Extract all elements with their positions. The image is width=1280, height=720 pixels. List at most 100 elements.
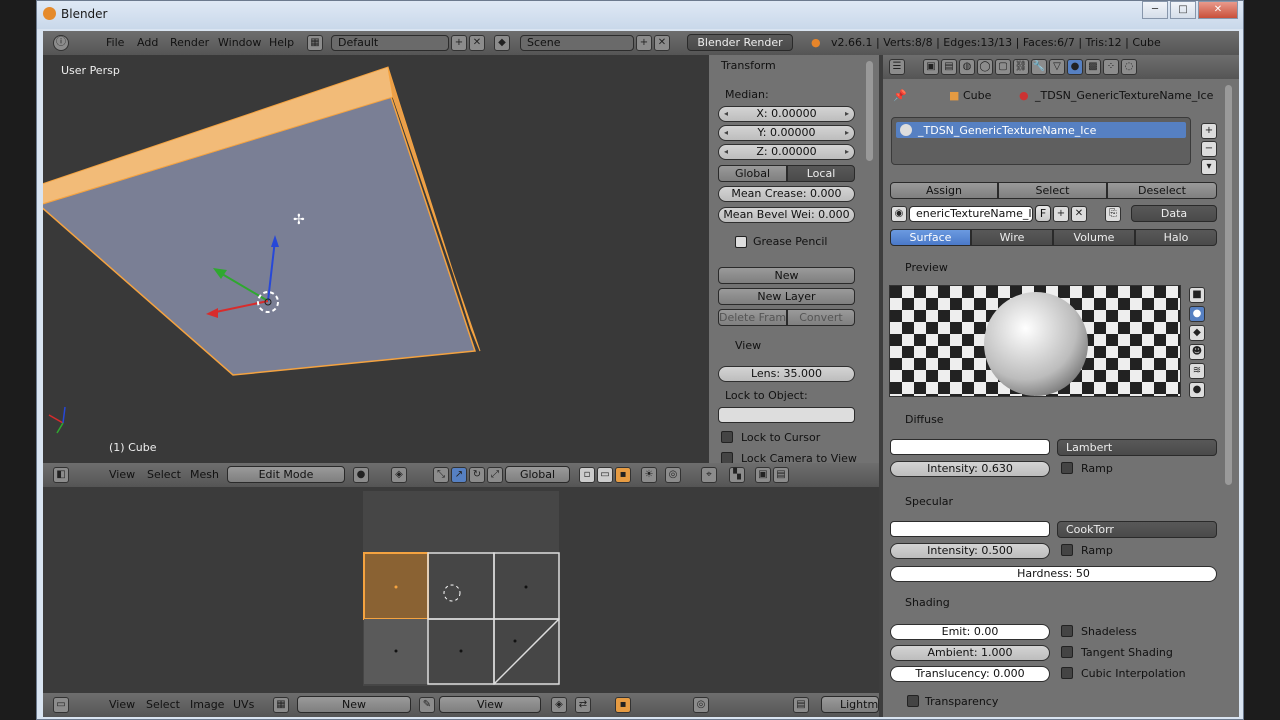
ambient-field[interactable]: Ambient: 1.000 bbox=[890, 645, 1050, 661]
diffuse-ramp-checkbox[interactable] bbox=[1061, 462, 1073, 474]
scene-tab-icon[interactable]: ◍ bbox=[959, 59, 975, 75]
remove-screen-icon[interactable]: ✕ bbox=[469, 35, 485, 51]
snap-target-icon[interactable]: ▚ bbox=[729, 467, 745, 483]
hardness-field[interactable]: Hardness: 50 bbox=[890, 566, 1217, 582]
tangent-shading-checkbox[interactable] bbox=[1061, 646, 1073, 658]
tab-wire[interactable]: Wire bbox=[971, 229, 1053, 246]
pin-icon[interactable]: ✎ bbox=[419, 697, 435, 713]
scene-icon[interactable]: ◆ bbox=[494, 35, 510, 51]
modifiers-tab-icon[interactable]: 🔧 bbox=[1031, 59, 1047, 75]
uv-map-select[interactable]: Lightma bbox=[821, 696, 879, 713]
add-scene-icon[interactable]: + bbox=[636, 35, 652, 51]
preview-header[interactable]: Preview bbox=[905, 261, 948, 274]
3d-viewport[interactable]: ✢ User Persp (1) Cube bbox=[43, 55, 709, 463]
uv-editor[interactable] bbox=[43, 487, 879, 693]
grease-pencil-checkbox[interactable] bbox=[735, 236, 747, 248]
n-panel-scrollbar[interactable] bbox=[866, 61, 873, 161]
menu-file[interactable]: File bbox=[106, 36, 124, 49]
info-editor-type-icon[interactable]: ⓘ bbox=[53, 35, 69, 51]
diffuse-color-field[interactable] bbox=[890, 439, 1050, 455]
physics-tab-icon[interactable]: ◌ bbox=[1121, 59, 1137, 75]
uv-layer-icon[interactable]: ▤ bbox=[793, 697, 809, 713]
translate-icon[interactable]: ↗ bbox=[451, 467, 467, 483]
transparency-header[interactable]: Transparency bbox=[925, 695, 998, 708]
select-button[interactable]: Select bbox=[998, 182, 1107, 199]
viewport-editor-type-icon[interactable]: ◧ bbox=[53, 467, 69, 483]
mean-bevel-field[interactable]: Mean Bevel Wei: 0.000 bbox=[718, 207, 855, 223]
viewport-menu-select[interactable]: Select bbox=[147, 468, 181, 481]
preview-plane-icon[interactable]: ■ bbox=[1189, 287, 1205, 303]
specular-shader-select[interactable]: CookTorr bbox=[1057, 521, 1217, 538]
shading-header[interactable]: Shading bbox=[905, 596, 950, 609]
snap-icon[interactable]: ⌖ bbox=[701, 467, 717, 483]
close-button[interactable]: ✕ bbox=[1198, 1, 1238, 19]
material-name-field[interactable]: enericTextureName_Ice bbox=[909, 206, 1033, 222]
diffuse-shader-select[interactable]: Lambert bbox=[1057, 439, 1217, 456]
texture-tab-icon[interactable]: ▩ bbox=[1085, 59, 1101, 75]
orientation-select[interactable]: Global bbox=[505, 466, 570, 483]
preview-cube-icon[interactable]: ◆ bbox=[1189, 325, 1205, 341]
preview-sky-icon[interactable]: ● bbox=[1189, 382, 1205, 398]
image-browse-icon[interactable]: ▦ bbox=[273, 697, 289, 713]
remove-slot-icon[interactable]: − bbox=[1201, 141, 1217, 157]
assign-button[interactable]: Assign bbox=[890, 182, 998, 199]
copy-material-icon[interactable]: ⎘ bbox=[1105, 206, 1121, 222]
uv-sync-icon[interactable]: ⇄ bbox=[575, 697, 591, 713]
viewport-menu-view[interactable]: View bbox=[109, 468, 135, 481]
viewport-menu-mesh[interactable]: Mesh bbox=[190, 468, 219, 481]
tab-halo[interactable]: Halo bbox=[1135, 229, 1217, 246]
uv-menu-select[interactable]: Select bbox=[146, 698, 180, 711]
specular-ramp-checkbox[interactable] bbox=[1061, 544, 1073, 556]
translucency-field[interactable]: Translucency: 0.000 bbox=[890, 666, 1050, 682]
uv-menu-uvs[interactable]: UVs bbox=[233, 698, 254, 711]
menu-window[interactable]: Window bbox=[218, 36, 261, 49]
lock-camera-checkbox[interactable] bbox=[721, 452, 733, 463]
proportional-icon[interactable]: ◎ bbox=[665, 467, 681, 483]
face-select-icon[interactable]: ▪ bbox=[615, 467, 631, 483]
convert-button[interactable]: Convert bbox=[787, 309, 855, 326]
tab-surface[interactable]: Surface bbox=[890, 229, 971, 246]
properties-editor-type-icon[interactable]: ☰ bbox=[889, 59, 905, 75]
scene-field[interactable]: Scene bbox=[520, 35, 634, 51]
grease-pencil-new-button[interactable]: New bbox=[718, 267, 855, 284]
preview-sphere-icon[interactable]: ● bbox=[1189, 306, 1205, 322]
mode-select[interactable]: Edit Mode bbox=[227, 466, 345, 483]
uv-snap-icon[interactable]: ◎ bbox=[693, 697, 709, 713]
grease-pencil-header[interactable]: Grease Pencil bbox=[753, 235, 827, 248]
transparency-checkbox[interactable] bbox=[907, 695, 919, 707]
view-header[interactable]: View bbox=[735, 339, 761, 352]
screen-layout-field[interactable]: Default bbox=[331, 35, 449, 51]
shadeless-checkbox[interactable] bbox=[1061, 625, 1073, 637]
data-tab-icon[interactable]: ▽ bbox=[1049, 59, 1065, 75]
constraints-tab-icon[interactable]: ⛓ bbox=[1013, 59, 1029, 75]
minimize-button[interactable]: ─ bbox=[1142, 1, 1168, 19]
median-x-field[interactable]: ◂ X: 0.00000 ▸ bbox=[718, 106, 855, 122]
uv-pivot-icon[interactable]: ◈ bbox=[551, 697, 567, 713]
uv-editor-type-icon[interactable]: ▭ bbox=[53, 697, 69, 713]
rotate-icon[interactable]: ↻ bbox=[469, 467, 485, 483]
preview-monkey-icon[interactable]: ☻ bbox=[1189, 344, 1205, 360]
deselect-button[interactable]: Deselect bbox=[1107, 182, 1217, 199]
lock-object-field[interactable] bbox=[718, 407, 855, 423]
material-browse-icon[interactable]: ◉ bbox=[891, 206, 907, 222]
median-z-field[interactable]: ◂ Z: 0.00000 ▸ bbox=[718, 144, 855, 160]
vertex-select-icon[interactable]: ▫ bbox=[579, 467, 595, 483]
object-tab-icon[interactable]: ▢ bbox=[995, 59, 1011, 75]
delete-frame-button[interactable]: Delete Frame bbox=[718, 309, 787, 326]
material-tab-icon[interactable]: ● bbox=[1067, 59, 1083, 75]
cubic-interpolation-checkbox[interactable] bbox=[1061, 667, 1073, 679]
add-slot-icon[interactable]: + bbox=[1201, 123, 1217, 139]
global-toggle[interactable]: Global bbox=[718, 165, 787, 182]
uv-menu-view[interactable]: View bbox=[109, 698, 135, 711]
uv-menu-image[interactable]: Image bbox=[190, 698, 224, 711]
specular-header[interactable]: Specular bbox=[905, 495, 953, 508]
diffuse-header[interactable]: Diffuse bbox=[905, 413, 944, 426]
emit-field[interactable]: Emit: 0.00 bbox=[890, 624, 1050, 640]
unlink-material-icon[interactable]: ✕ bbox=[1071, 206, 1087, 222]
new-material-icon[interactable]: + bbox=[1053, 206, 1069, 222]
manipulator-icon[interactable]: ⤡ bbox=[433, 467, 449, 483]
render-icon[interactable]: ▣ bbox=[755, 467, 771, 483]
new-layer-button[interactable]: New Layer bbox=[718, 288, 855, 305]
scale-icon[interactable]: ⤢ bbox=[487, 467, 503, 483]
particles-tab-icon[interactable]: ⁘ bbox=[1103, 59, 1119, 75]
